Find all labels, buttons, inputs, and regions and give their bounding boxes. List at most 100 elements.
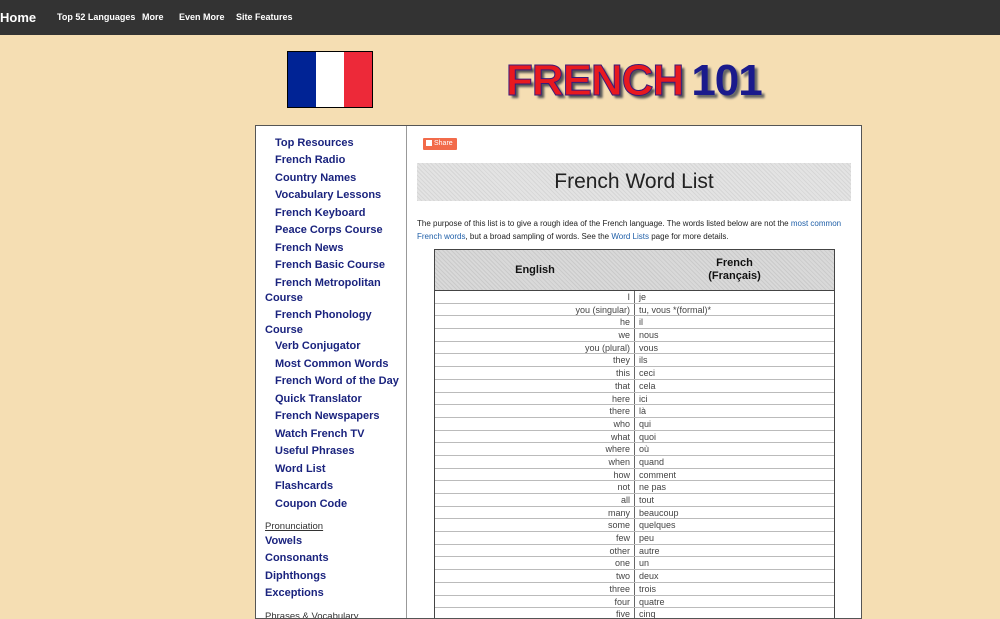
sidebar-item-most-common-words[interactable]: Most Common Words (265, 357, 405, 372)
table-row: there là (435, 405, 834, 418)
french-word: vous (639, 342, 659, 353)
table-row: where où (435, 443, 834, 456)
french-word: il (639, 317, 643, 328)
french-flag-icon (287, 51, 373, 108)
french-word: cela (639, 380, 656, 391)
english-word: there (435, 405, 635, 417)
sidebar: Top Resources French Radio Country Names… (256, 126, 407, 618)
sidebar-item-flashcards[interactable]: Flashcards (265, 479, 405, 494)
sidebar-item-french-radio[interactable]: French Radio (265, 153, 405, 168)
table-row: how comment (435, 468, 834, 482)
english-word: two (435, 570, 635, 582)
share-label: Share (434, 140, 453, 147)
sidebar-item-quick-translator[interactable]: Quick Translator (265, 392, 405, 407)
sidebar-item-vowels[interactable]: Vowels (265, 535, 302, 547)
even-more-link[interactable]: Even More (179, 12, 225, 22)
sidebar-item-watch-french-tv[interactable]: Watch French TV (265, 427, 405, 442)
french-word: peu (639, 533, 655, 544)
table-row: who qui (435, 417, 834, 431)
table-header: English French (Français) (435, 250, 834, 291)
sidebar-item-word-list[interactable]: Word List (265, 462, 405, 477)
sidebar-item-verb-conjugator[interactable]: Verb Conjugator (265, 339, 405, 354)
table-row: you (plural) vous (435, 341, 834, 355)
french-word: trois (639, 583, 657, 594)
french-word: où (639, 444, 650, 455)
sidebar-item-french-phonology-course[interactable]: French Phonology Course (265, 308, 385, 338)
intro-text-3: page for more details. (651, 232, 729, 241)
sidebar-item-peace-corps-course[interactable]: Peace Corps Course (265, 223, 405, 238)
english-word: some (435, 519, 635, 532)
table-row: here ici (435, 392, 834, 406)
column-header-french-line1: French (716, 257, 753, 269)
intro-text-2: , but a broad sampling of words. See the (465, 232, 610, 241)
sidebar-item-exceptions[interactable]: Exceptions (265, 587, 324, 599)
table-row: one un (435, 557, 834, 571)
sidebar-item-french-basic-course[interactable]: French Basic Course (265, 258, 405, 273)
column-header-french-line2: (Français) (708, 270, 761, 282)
table-row: four quatre (435, 595, 834, 609)
french-word: ils (639, 355, 648, 366)
sidebar-item-country-names[interactable]: Country Names (265, 171, 405, 186)
english-word: four (435, 595, 635, 608)
french-word: quatre (639, 596, 665, 607)
sidebar-item-diphthongs[interactable]: Diphthongs (265, 570, 326, 582)
sidebar-item-french-metropolitan-course[interactable]: French Metropolitan Course (265, 276, 385, 306)
sidebar-item-french-news[interactable]: French News (265, 241, 405, 256)
logo-word: FRENCH (505, 56, 684, 106)
column-header-english: English (515, 263, 555, 276)
word-table: English French (Français) Ije you (singula… (434, 249, 835, 619)
table-row: all tout (435, 494, 834, 507)
top-52-languages-link[interactable]: Top 52 Languages (57, 12, 135, 22)
french-word: là (639, 406, 647, 417)
share-button[interactable]: Share (423, 138, 457, 150)
logo-number: 101 (691, 56, 762, 105)
french-word: comment (639, 469, 677, 480)
english-word: you (singular) (435, 303, 635, 316)
sidebar-item-french-keyboard[interactable]: French Keyboard (265, 206, 405, 221)
table-row: what quoi (435, 430, 834, 444)
sidebar-item-useful-phrases[interactable]: Useful Phrases (265, 444, 405, 459)
top-navigation-bar: Home Top 52 Languages More Even More Sit… (0, 0, 1000, 35)
intro-paragraph: The purpose of this list is to give a ro… (417, 217, 857, 243)
french-word: quoi (639, 431, 657, 442)
french-word: cinq (639, 609, 656, 619)
french-word: quelques (639, 520, 676, 531)
sidebar-item-french-newspapers[interactable]: French Newspapers (265, 409, 405, 424)
flag-stripe-white (316, 52, 344, 107)
sidebar-item-coupon-code[interactable]: Coupon Code (265, 497, 405, 512)
flag-stripe-red (344, 52, 372, 107)
table-row: many beaucoup (435, 506, 834, 520)
english-word: three (435, 582, 635, 595)
sidebar-item-top-resources[interactable]: Top Resources (265, 136, 405, 151)
french-word: un (639, 558, 650, 569)
english-word: how (435, 468, 635, 481)
french-word: ne pas (639, 482, 667, 493)
english-word: you (plural) (435, 341, 635, 354)
home-link[interactable]: Home (0, 10, 36, 25)
table-row: five cinq (435, 608, 834, 619)
site-logo[interactable]: FRENCH 101 (505, 56, 762, 106)
sidebar-section-pronunciation[interactable]: Pronunciation (265, 521, 323, 532)
sidebar-item-french-word-of-the-day[interactable]: French Word of the Day (265, 374, 405, 389)
french-word: quand (639, 456, 665, 467)
french-word: nous (639, 330, 659, 341)
english-word: many (435, 506, 635, 519)
table-row: three trois (435, 582, 834, 596)
plus-icon (426, 140, 432, 146)
sidebar-item-vocabulary-lessons[interactable]: Vocabulary Lessons (265, 188, 405, 203)
french-word: autre (639, 545, 660, 556)
table-row: they ils (435, 354, 834, 368)
english-word: who (435, 417, 635, 430)
table-row: he il (435, 316, 834, 330)
english-word: where (435, 443, 635, 455)
more-link[interactable]: More (142, 12, 164, 22)
english-word: here (435, 392, 635, 405)
french-word: ceci (639, 368, 656, 379)
site-features-link[interactable]: Site Features (236, 12, 293, 22)
table-row: you (singular) tu, vous *(formal)* (435, 303, 834, 317)
french-word: ici (639, 393, 648, 404)
sidebar-item-consonants[interactable]: Consonants (265, 552, 329, 564)
table-row: that cela (435, 379, 834, 393)
french-word: beaucoup (639, 507, 679, 518)
word-lists-link[interactable]: Word Lists (611, 232, 649, 241)
